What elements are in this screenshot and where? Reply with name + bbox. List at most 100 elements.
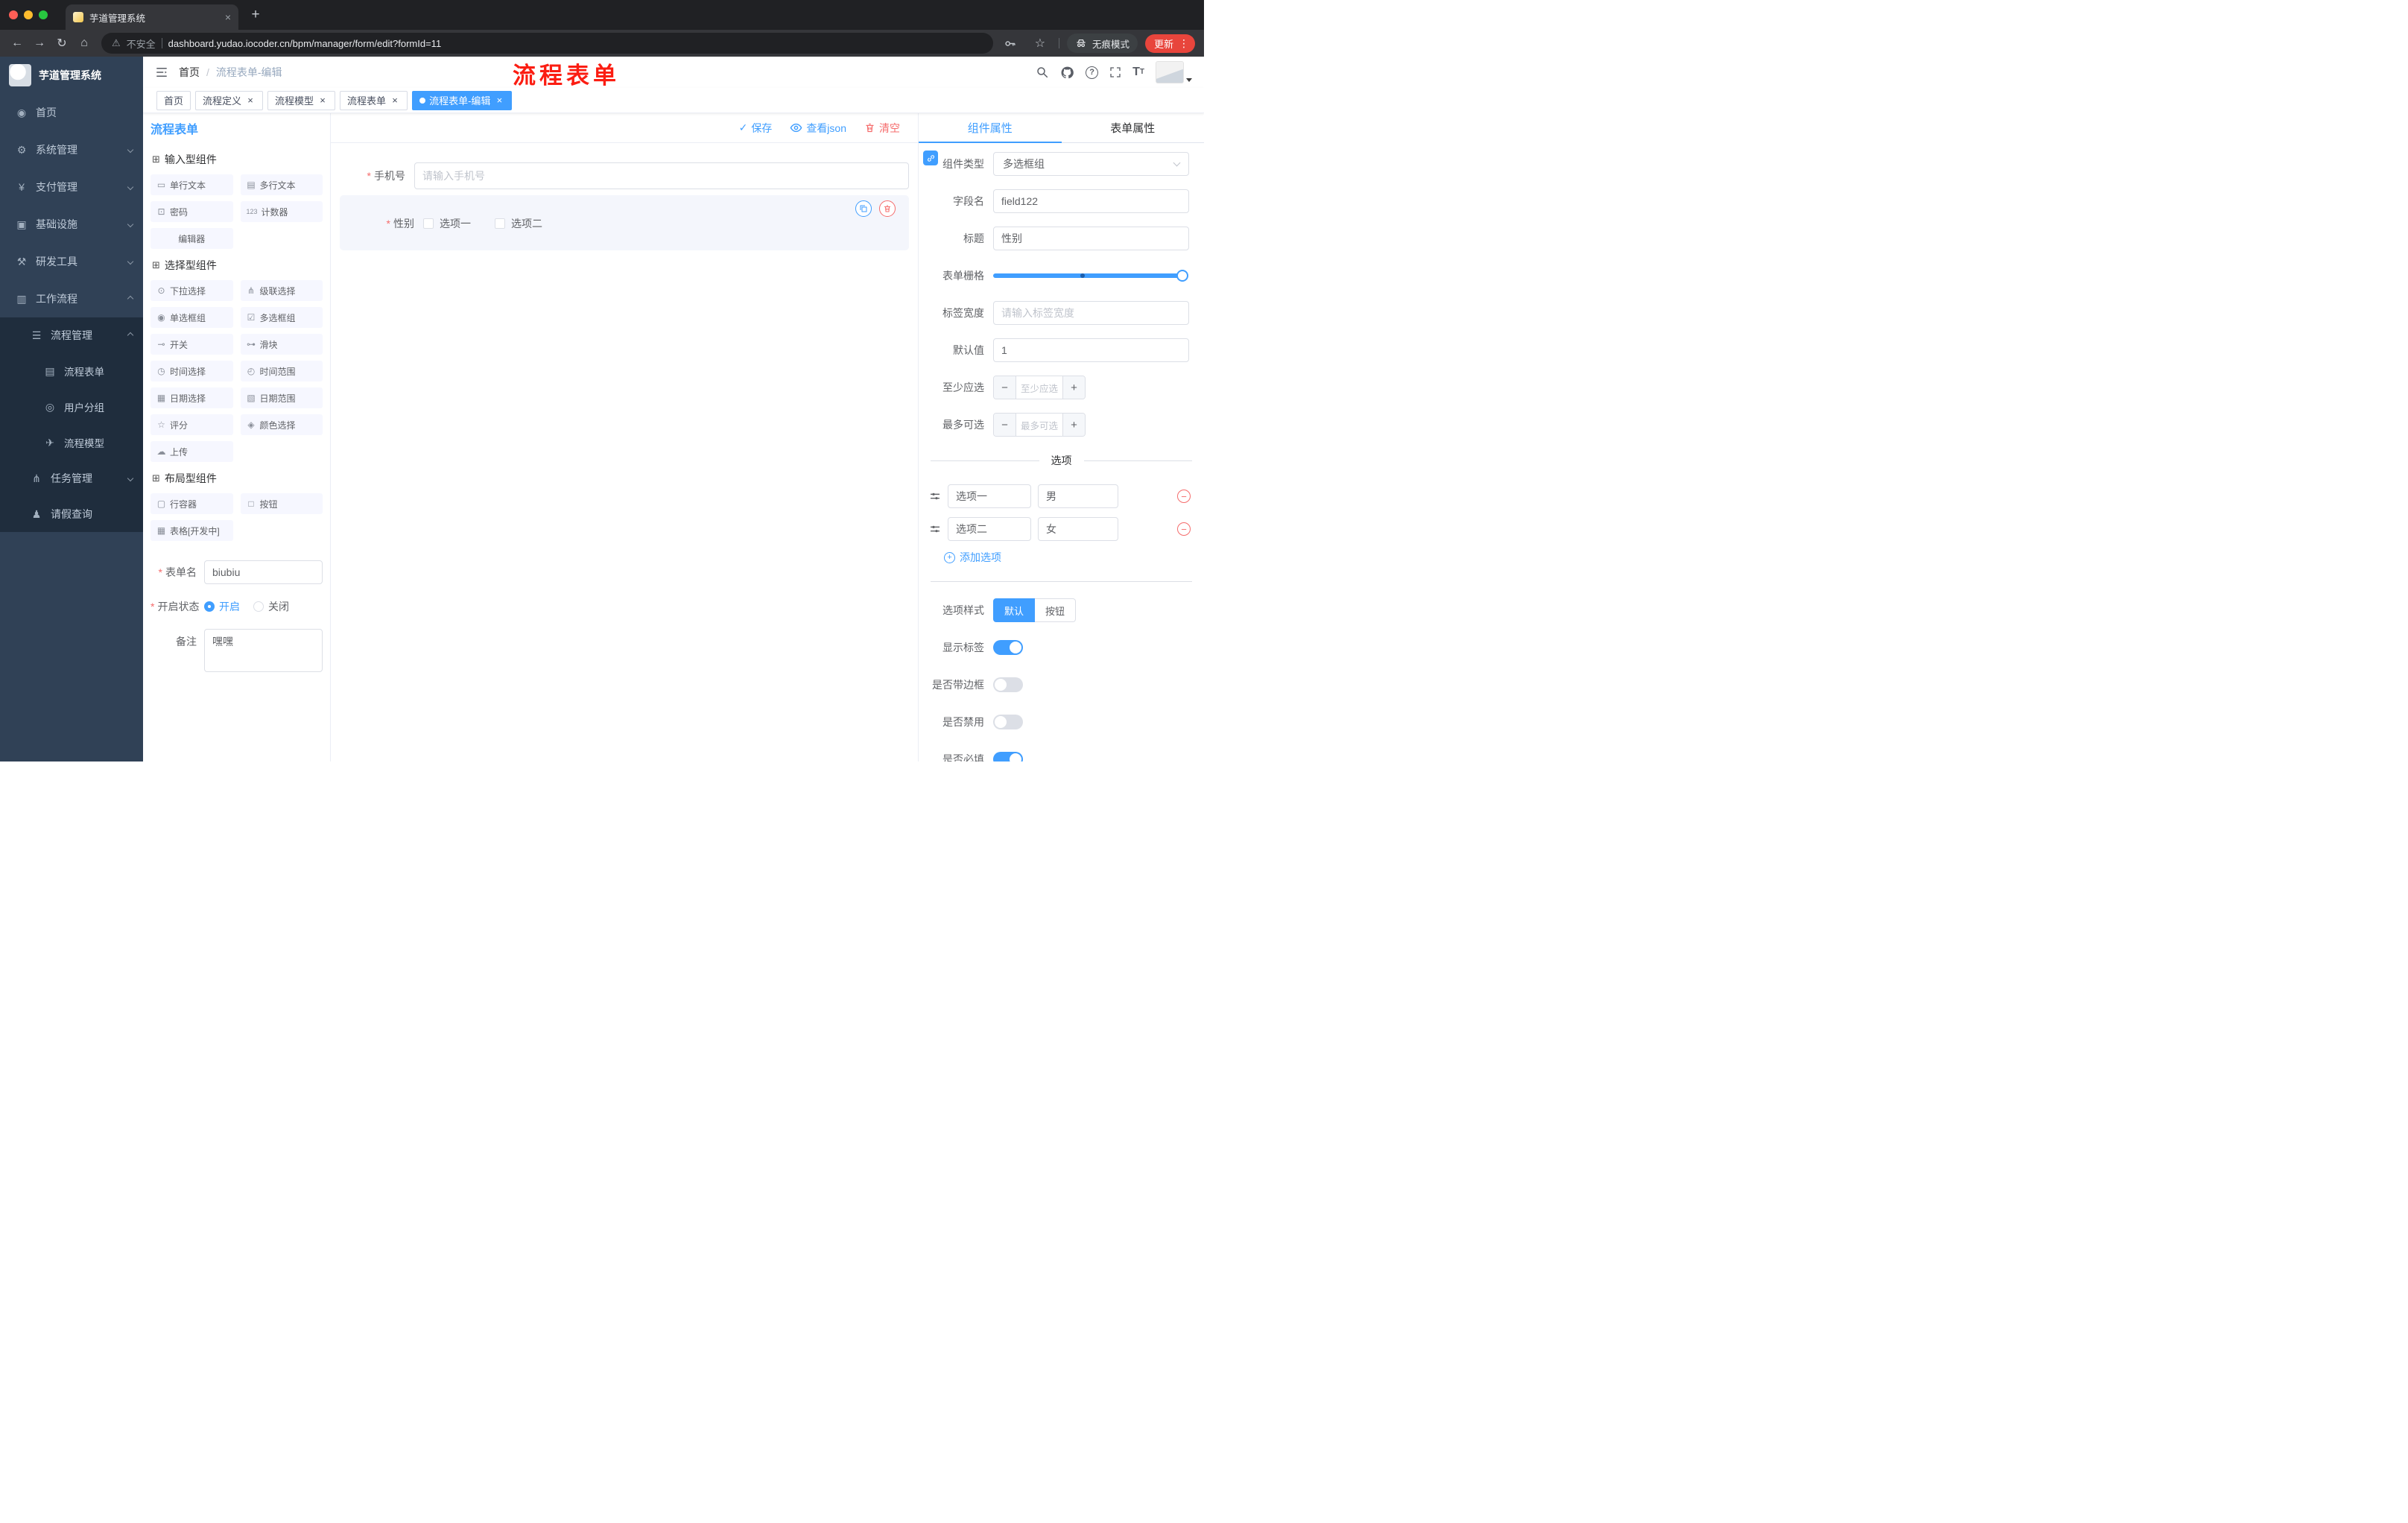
view-json-button[interactable]: 查看json: [790, 121, 846, 136]
address-bar[interactable]: ⚠ 不安全 dashboard.yudao.iocoder.cn/bpm/man…: [101, 33, 993, 54]
style-button-button[interactable]: 按钮: [1035, 598, 1077, 622]
palette-item-counter[interactable]: 123 计数器: [240, 201, 323, 222]
remark-textarea[interactable]: 嘿嘿: [204, 629, 323, 672]
sidebar-item-process-management[interactable]: ☰ 流程管理: [0, 317, 143, 353]
palette-item-date-picker[interactable]: ▦ 日期选择: [150, 387, 233, 408]
slider-handle[interactable]: [1176, 270, 1188, 282]
option-label-input[interactable]: [948, 517, 1031, 541]
tag-process-form[interactable]: 流程表单 ×: [340, 90, 408, 110]
label-width-input[interactable]: [993, 301, 1189, 325]
sidebar-item-workflow[interactable]: ▥ 工作流程: [0, 280, 143, 317]
gender-option-2-checkbox[interactable]: 选项二: [495, 216, 542, 231]
sidebar-item-user-group[interactable]: ◎ 用户分组: [0, 389, 143, 425]
palette-item-radio-group[interactable]: ◉ 单选框组: [150, 307, 233, 328]
close-icon[interactable]: ×: [494, 95, 504, 106]
help-icon[interactable]: ?: [1086, 66, 1099, 79]
title-input[interactable]: [993, 227, 1189, 250]
phone-input[interactable]: [414, 162, 909, 189]
user-menu[interactable]: [1156, 61, 1192, 83]
disabled-switch[interactable]: [993, 715, 1023, 729]
palette-item-slider[interactable]: ⊶ 滑块: [240, 334, 323, 355]
sidebar-logo[interactable]: 芋道管理系统: [0, 57, 143, 94]
sidebar-item-payment-management[interactable]: ¥ 支付管理: [0, 168, 143, 206]
palette-item-password[interactable]: ⊡ 密码: [150, 201, 233, 222]
palette-item-switch[interactable]: ⊸ 开关: [150, 334, 233, 355]
palette-item-table[interactable]: ▦ 表格[开发中]: [150, 520, 233, 541]
sidebar-item-task-management[interactable]: ⋔ 任务管理: [0, 460, 143, 496]
avatar[interactable]: [1156, 61, 1184, 83]
palette-item-cascader[interactable]: ⋔ 级联选择: [240, 280, 323, 301]
forward-button[interactable]: →: [28, 32, 51, 54]
save-button[interactable]: ✓ 保存: [739, 121, 773, 136]
link-icon[interactable]: [923, 151, 938, 165]
gender-option-1-checkbox[interactable]: 选项一: [423, 216, 471, 231]
tag-process-form-edit[interactable]: 流程表单-编辑 ×: [412, 90, 513, 110]
tag-process-model[interactable]: 流程模型 ×: [267, 90, 336, 110]
palette-item-upload[interactable]: ☁ 上传: [150, 441, 233, 462]
palette-item-button[interactable]: □ 按钮: [240, 493, 323, 514]
tag-home[interactable]: 首页: [156, 90, 191, 110]
style-default-button[interactable]: 默认: [993, 598, 1036, 622]
palette-item-multi-line-text[interactable]: ▤ 多行文本: [240, 174, 323, 195]
delete-component-button[interactable]: [879, 200, 896, 217]
collapse-sidebar-icon[interactable]: [155, 66, 168, 79]
key-icon[interactable]: [999, 32, 1021, 54]
option-value-input[interactable]: [1038, 484, 1118, 508]
close-icon[interactable]: ×: [317, 95, 328, 106]
tag-process-definition[interactable]: 流程定义 ×: [195, 90, 264, 110]
update-button[interactable]: 更新 ⋮: [1144, 34, 1195, 53]
home-button[interactable]: ⌂: [73, 32, 95, 54]
palette-item-rate[interactable]: ☆ 评分: [150, 414, 233, 435]
fullscreen-icon[interactable]: [1109, 66, 1121, 78]
sidebar-item-home[interactable]: ◉ 首页: [0, 94, 143, 131]
required-switch[interactable]: [993, 752, 1023, 762]
palette-item-time-picker[interactable]: ◷ 时间选择: [150, 361, 233, 381]
sidebar-item-dev-tools[interactable]: ⚒ 研发工具: [0, 243, 143, 280]
reload-button[interactable]: ↻: [51, 32, 73, 54]
increase-button[interactable]: +: [1062, 376, 1085, 399]
selected-component-gender[interactable]: 性别 选项一 选项二: [340, 195, 909, 250]
clear-button[interactable]: 清空: [864, 121, 900, 136]
form-grid-slider[interactable]: [993, 270, 1188, 282]
drag-handle-icon[interactable]: [929, 523, 941, 535]
palette-item-time-range[interactable]: ◴ 时间范围: [240, 361, 323, 381]
sidebar-item-process-form[interactable]: ▤ 流程表单: [0, 353, 143, 389]
decrease-button[interactable]: −: [994, 414, 1016, 436]
min-select-stepper[interactable]: − 至少应选 +: [993, 376, 1086, 399]
tab-component-props[interactable]: 组件属性: [919, 113, 1062, 143]
form-name-input[interactable]: [204, 560, 323, 584]
tab-form-props[interactable]: 表单属性: [1062, 113, 1205, 142]
minimize-window-button[interactable]: [24, 10, 33, 19]
palette-item-date-range[interactable]: ▧ 日期范围: [240, 387, 323, 408]
palette-item-editor[interactable]: 编辑器: [150, 228, 233, 249]
field-name-input[interactable]: [993, 189, 1189, 213]
sidebar-item-system-management[interactable]: ⚙ 系统管理: [0, 131, 143, 168]
copy-component-button[interactable]: [855, 200, 872, 217]
option-label-input[interactable]: [948, 484, 1031, 508]
browser-tab[interactable]: 芋道管理系统 ×: [66, 4, 238, 30]
component-type-select[interactable]: 多选框组: [993, 152, 1189, 176]
maximize-window-button[interactable]: [39, 10, 48, 19]
remove-option-button[interactable]: −: [1177, 490, 1191, 503]
close-icon[interactable]: ×: [245, 95, 256, 106]
phone-field-row[interactable]: 手机号: [340, 162, 909, 189]
sidebar-item-infrastructure[interactable]: ▣ 基础设施: [0, 206, 143, 243]
bookmark-star-icon[interactable]: ☆: [1029, 32, 1051, 54]
show-label-switch[interactable]: [993, 640, 1023, 655]
palette-item-dropdown[interactable]: ⊙ 下拉选择: [150, 280, 233, 301]
github-icon[interactable]: [1060, 66, 1074, 80]
font-size-icon[interactable]: TT: [1132, 66, 1144, 78]
search-icon[interactable]: [1036, 66, 1049, 79]
palette-item-color-picker[interactable]: ◈ 颜色选择: [240, 414, 323, 435]
sidebar-item-process-model[interactable]: ✈ 流程模型: [0, 425, 143, 460]
palette-item-checkbox-group[interactable]: ☑ 多选框组: [240, 307, 323, 328]
status-on-radio[interactable]: 开启: [204, 599, 240, 614]
decrease-button[interactable]: −: [994, 376, 1016, 399]
close-tab-icon[interactable]: ×: [225, 11, 231, 23]
default-value-input[interactable]: [993, 338, 1189, 362]
remove-option-button[interactable]: −: [1177, 522, 1191, 536]
new-tab-button[interactable]: +: [244, 4, 267, 26]
status-off-radio[interactable]: 关闭: [253, 599, 289, 614]
palette-item-row-container[interactable]: ▢ 行容器: [150, 493, 233, 514]
palette-item-single-line-text[interactable]: ▭ 单行文本: [150, 174, 233, 195]
